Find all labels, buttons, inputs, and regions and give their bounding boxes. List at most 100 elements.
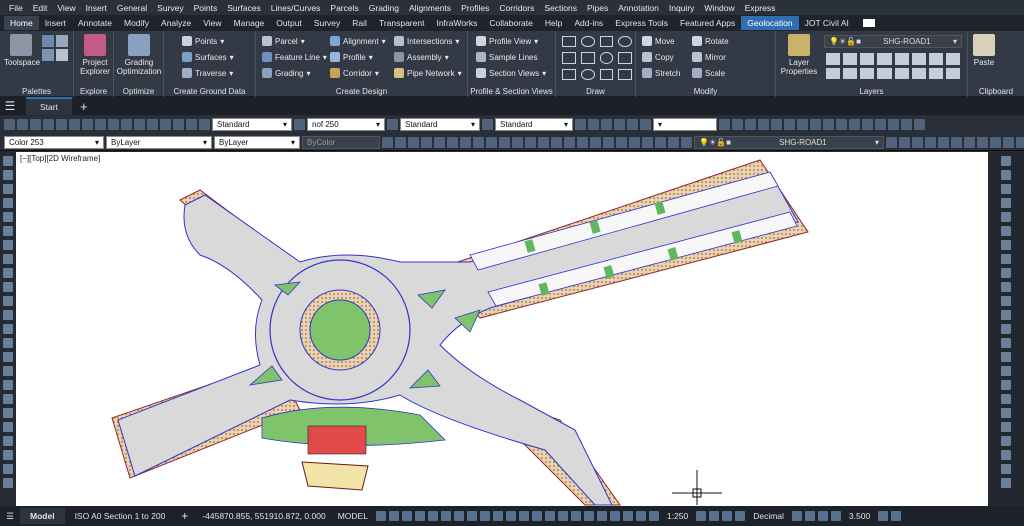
layer-dropdown[interactable]: 💡☀🔓■ SHG-ROAD1 ▾ — [824, 35, 962, 48]
tool-icon[interactable] — [745, 119, 756, 130]
rotate-button[interactable]: Rotate — [692, 36, 729, 46]
create-design-title[interactable]: Create Design — [256, 87, 467, 96]
tool-icon[interactable] — [3, 324, 13, 334]
tool-icon[interactable] — [951, 136, 962, 148]
tool-icon[interactable] — [447, 136, 458, 148]
tool-icon[interactable] — [627, 119, 638, 130]
tab-start[interactable]: Start — [26, 97, 72, 115]
tool-icon[interactable] — [1001, 240, 1011, 250]
ribbon-tab[interactable]: Output — [270, 16, 308, 30]
tool-icon[interactable] — [3, 268, 13, 278]
tool-icon[interactable] — [1001, 226, 1011, 236]
tool-icon[interactable] — [3, 422, 13, 432]
ribbon-tab[interactable]: Help — [539, 16, 568, 30]
tool-icon[interactable] — [3, 464, 13, 474]
draw-title[interactable]: Draw — [556, 87, 635, 96]
tool-icon[interactable] — [17, 119, 28, 130]
tool-icon[interactable] — [1001, 464, 1011, 474]
tool-icon[interactable] — [43, 119, 54, 130]
tool-icon[interactable] — [655, 136, 666, 148]
tool-icon[interactable] — [3, 394, 13, 404]
menu-item[interactable]: Grading — [364, 3, 404, 13]
tool-icon[interactable] — [1001, 296, 1011, 306]
tool-icon[interactable] — [56, 119, 67, 130]
tool-icon[interactable] — [696, 511, 707, 521]
scale-button[interactable]: Scale — [692, 68, 725, 78]
tool-icon[interactable] — [460, 136, 471, 148]
pipe-network-button[interactable]: Pipe Network ▾ — [394, 68, 462, 78]
tool-icon[interactable] — [830, 511, 841, 521]
tool-icon[interactable] — [3, 254, 13, 264]
ribbon-tab[interactable]: Express Tools — [609, 16, 674, 30]
tool-icon[interactable] — [1001, 408, 1011, 418]
tool-icon[interactable] — [823, 119, 834, 130]
tool-icon[interactable] — [3, 450, 13, 460]
tool-icon[interactable] — [622, 511, 633, 521]
viewport-label[interactable]: [−][Top][2D Wireframe] — [20, 154, 100, 163]
tool-icon[interactable] — [382, 136, 393, 148]
tool-icon[interactable] — [609, 511, 620, 521]
tool-icon[interactable] — [732, 119, 743, 130]
tool-icon[interactable] — [810, 119, 821, 130]
points-button[interactable]: Points ▾ — [182, 36, 224, 46]
tool-icon[interactable] — [758, 119, 769, 130]
tool-icon[interactable] — [3, 296, 13, 306]
menu-item[interactable]: Inquiry — [664, 3, 700, 13]
tool-icon[interactable] — [596, 511, 607, 521]
tool-icon[interactable] — [3, 156, 13, 166]
drawing-canvas[interactable] — [16, 152, 988, 506]
tool-icon[interactable] — [3, 184, 13, 194]
tool-icon[interactable] — [577, 136, 588, 148]
tool-icon[interactable] — [147, 119, 158, 130]
dim-style-dropdown[interactable]: nof 250 ▾ — [307, 118, 385, 131]
ribbon-tab[interactable]: Annotate — [72, 16, 118, 30]
tool-icon[interactable] — [791, 511, 802, 521]
tool-icon[interactable] — [771, 119, 782, 130]
menu-item[interactable]: Lines/Curves — [266, 3, 326, 13]
tool-icon[interactable] — [1016, 136, 1024, 148]
tool-icon[interactable] — [408, 136, 419, 148]
menu-item[interactable]: Points — [189, 3, 223, 13]
menu-item[interactable]: Express — [740, 3, 781, 13]
text-style-dropdown[interactable]: Standard ▾ — [212, 118, 292, 131]
tool-icon[interactable] — [862, 119, 873, 130]
traverse-button[interactable]: Traverse ▾ — [182, 68, 233, 78]
tool-icon[interactable] — [875, 119, 886, 130]
new-tab-button[interactable]: + — [80, 99, 88, 114]
tool-icon[interactable] — [648, 511, 659, 521]
menu-item[interactable]: Corridors — [494, 3, 539, 13]
tool-icon[interactable] — [614, 119, 625, 130]
tool-icon[interactable] — [1001, 324, 1011, 334]
tool-icon[interactable] — [722, 511, 733, 521]
tool-icon[interactable] — [3, 436, 13, 446]
tool-icon[interactable] — [3, 408, 13, 418]
tool-icon[interactable] — [1003, 136, 1014, 148]
menu-item[interactable]: Alignments — [404, 3, 456, 13]
tool-icon[interactable] — [888, 119, 899, 130]
palettes-title[interactable]: Palettes — [0, 87, 73, 96]
color-dropdown[interactable]: Color 253 ▾ — [4, 135, 104, 149]
menu-item[interactable]: View — [52, 3, 80, 13]
ribbon-tab[interactable]: Add-ins — [568, 16, 609, 30]
tool-icon[interactable] — [453, 511, 464, 521]
tool-icon[interactable] — [878, 511, 889, 521]
tool-icon[interactable] — [719, 119, 730, 130]
tool-icon[interactable] — [395, 136, 406, 148]
ribbon-tab[interactable]: Insert — [39, 16, 72, 30]
tool-icon[interactable] — [1001, 338, 1011, 348]
tool-icon[interactable] — [901, 119, 912, 130]
lineweight-dropdown[interactable]: ByLayer ▾ — [214, 135, 300, 149]
tool-icon[interactable] — [557, 511, 568, 521]
tool-icon[interactable] — [388, 511, 399, 521]
tool-icon[interactable] — [82, 119, 93, 130]
tool-icon[interactable] — [938, 136, 949, 148]
ribbon-tab[interactable]: Collaborate — [483, 16, 538, 30]
tool-icon[interactable] — [886, 136, 897, 148]
project-explorer-button[interactable]: Project Explorer — [77, 34, 113, 76]
tool-icon[interactable] — [629, 136, 640, 148]
tool-icon[interactable] — [925, 136, 936, 148]
ribbon-tab[interactable]: Rail — [346, 16, 373, 30]
menu-item[interactable]: General — [112, 3, 152, 13]
plotstyle-dropdown[interactable]: ByColor — [302, 135, 380, 149]
tool-icon[interactable] — [1001, 254, 1011, 264]
